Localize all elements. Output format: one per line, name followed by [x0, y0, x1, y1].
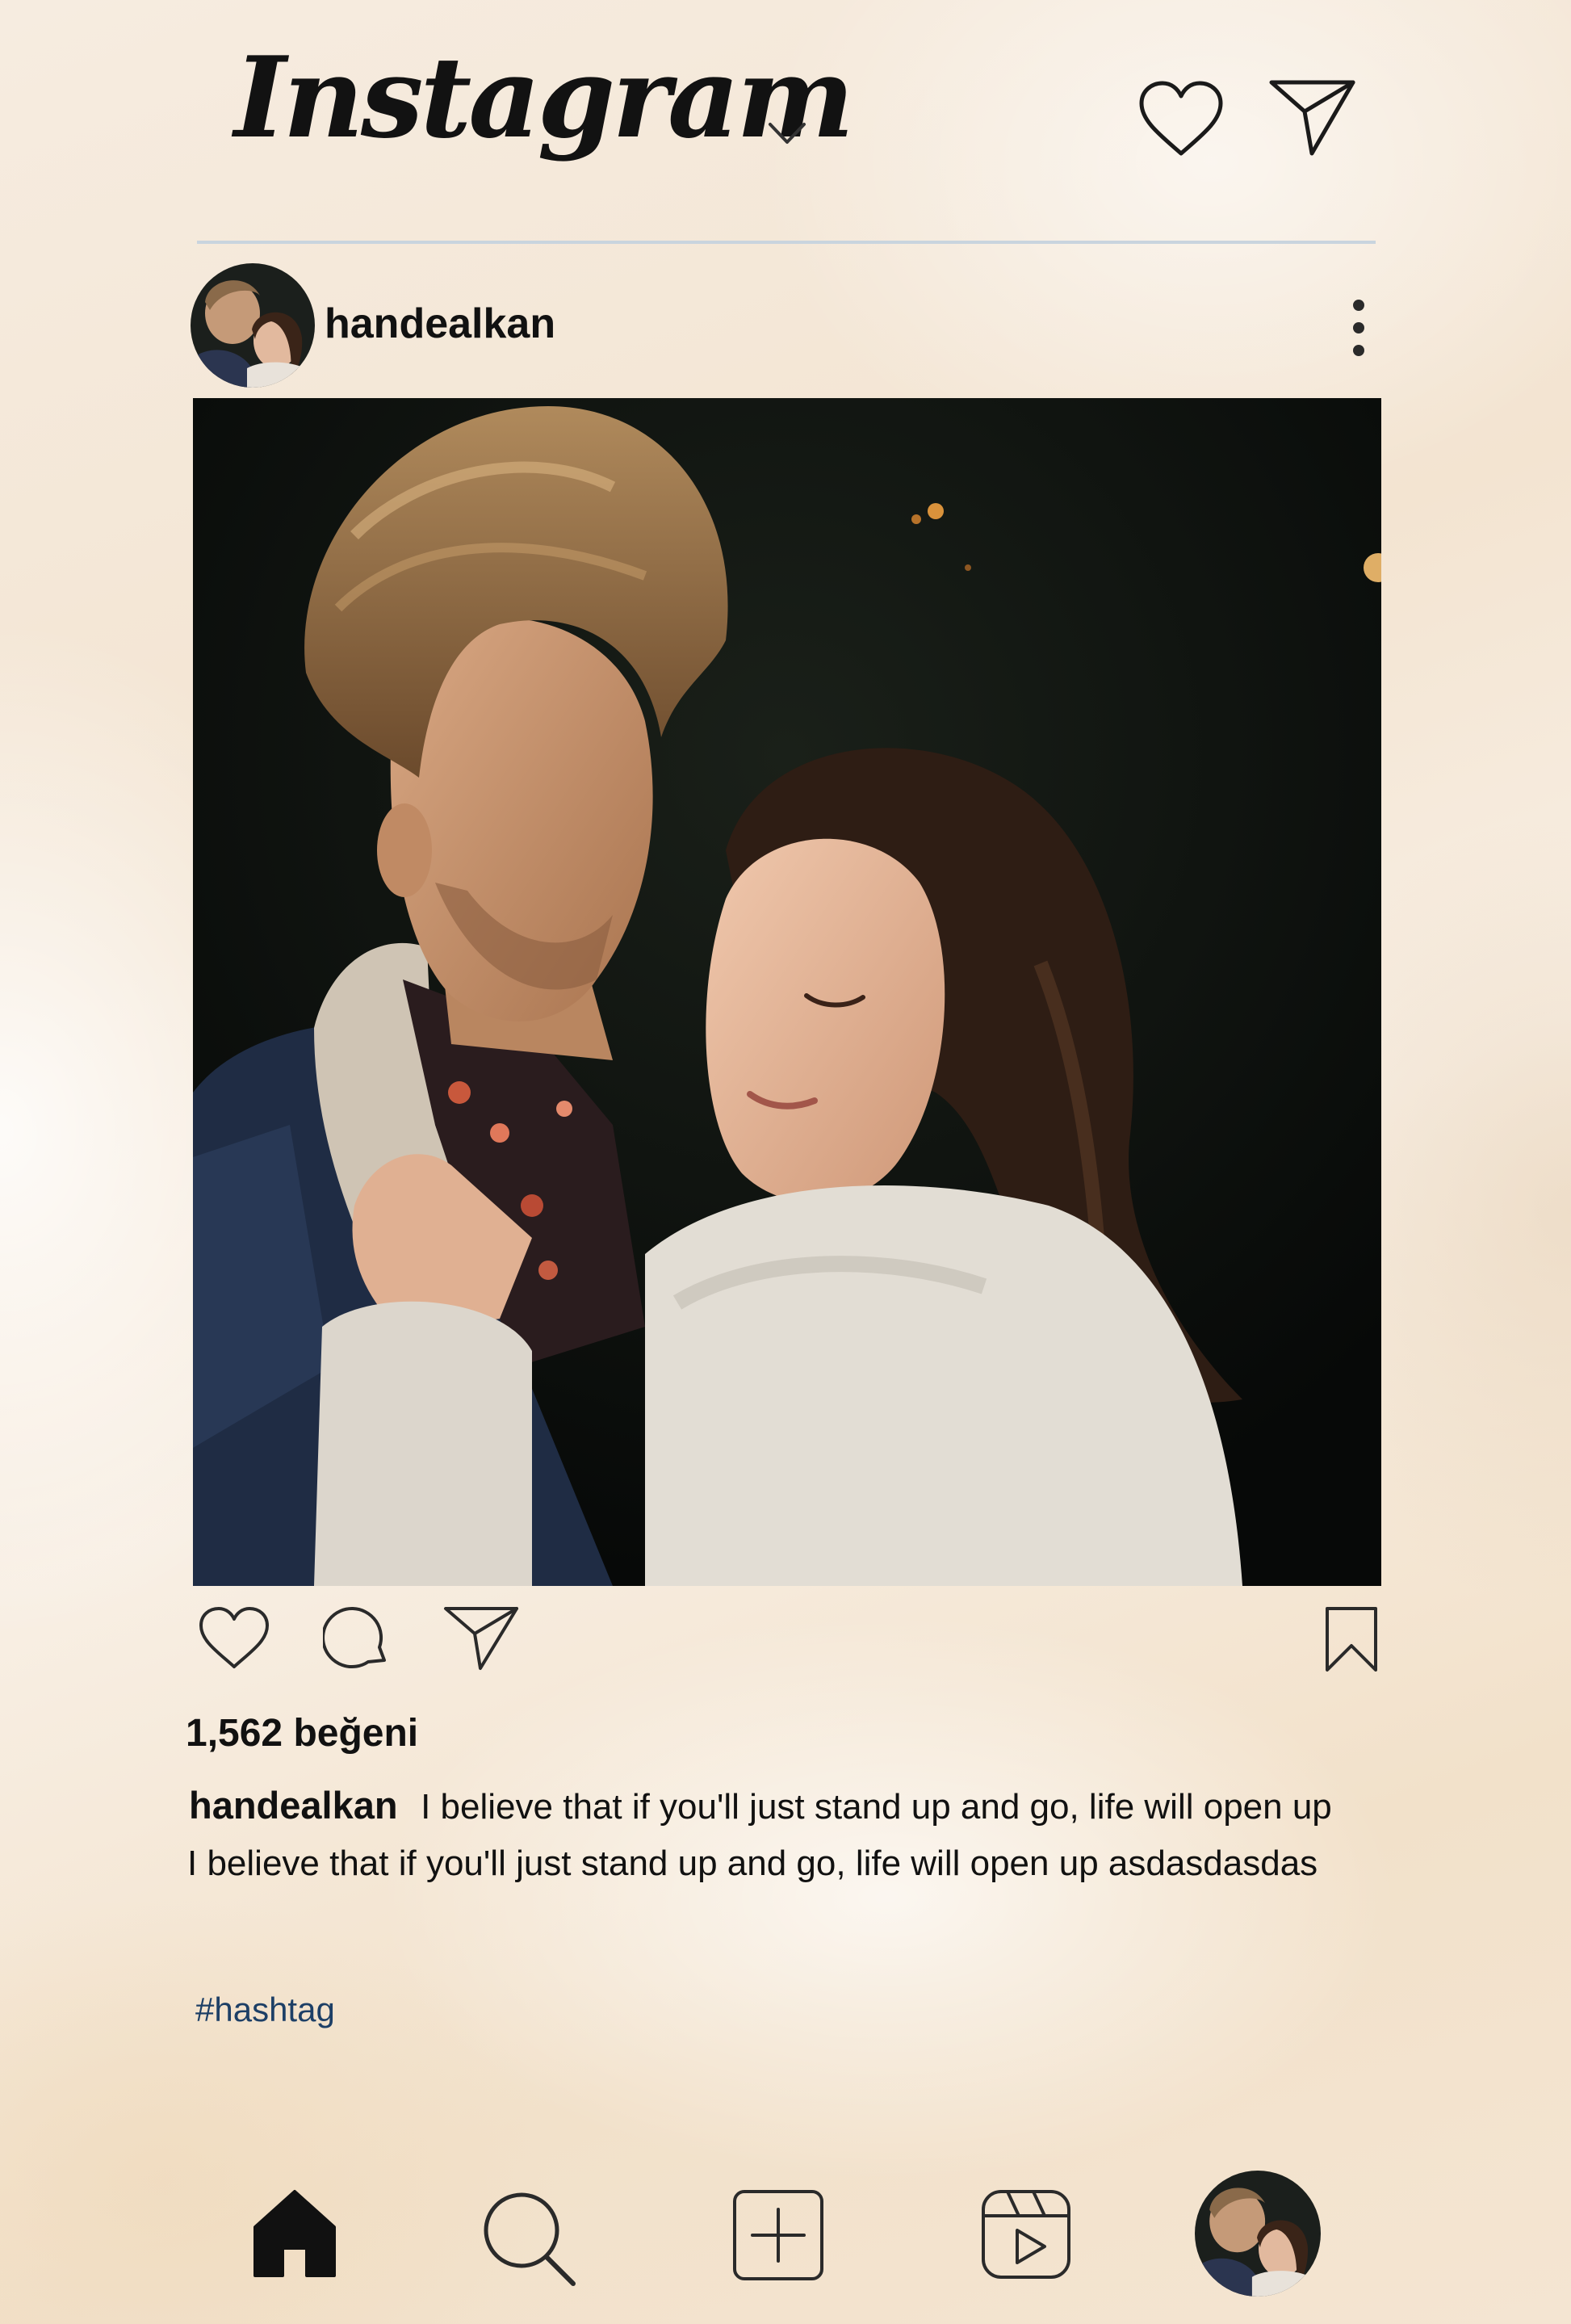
reels-icon[interactable] — [980, 2188, 1072, 2280]
avatar[interactable] — [191, 263, 315, 388]
more-options-icon[interactable] — [1347, 297, 1371, 359]
home-icon[interactable] — [250, 2188, 339, 2280]
app-logo[interactable]: Instagram — [234, 42, 854, 153]
post-username[interactable]: handealkan — [325, 299, 555, 349]
top-bar: Instagram — [0, 0, 1571, 244]
caption-username[interactable]: handealkan — [189, 1784, 398, 1827]
send-icon[interactable] — [1267, 78, 1358, 158]
create-post-icon[interactable] — [731, 2188, 825, 2282]
hashtag-link[interactable]: #hashtag — [195, 1990, 335, 2030]
bookmark-icon[interactable] — [1322, 1605, 1380, 1673]
likes-count[interactable]: 1,562 beğeni — [186, 1710, 418, 1757]
search-icon[interactable] — [480, 2188, 578, 2287]
profile-avatar[interactable] — [1195, 2171, 1321, 2297]
caption: handealkan I believe that if you'll just… — [189, 1783, 1332, 1829]
post-photo[interactable] — [193, 398, 1381, 1586]
post-header: handealkan — [191, 263, 1384, 389]
share-send-icon[interactable] — [442, 1604, 520, 1673]
header-divider — [197, 241, 1376, 244]
heart-icon[interactable] — [1137, 79, 1225, 158]
comment-icon[interactable] — [323, 1604, 391, 1672]
chevron-down-icon[interactable] — [767, 120, 807, 147]
caption-text-line2: I believe that if you'll just stand up a… — [187, 1844, 1318, 1883]
like-heart-icon[interactable] — [197, 1605, 271, 1672]
caption-text-line1: I believe that if you'll just stand up a… — [421, 1787, 1332, 1827]
